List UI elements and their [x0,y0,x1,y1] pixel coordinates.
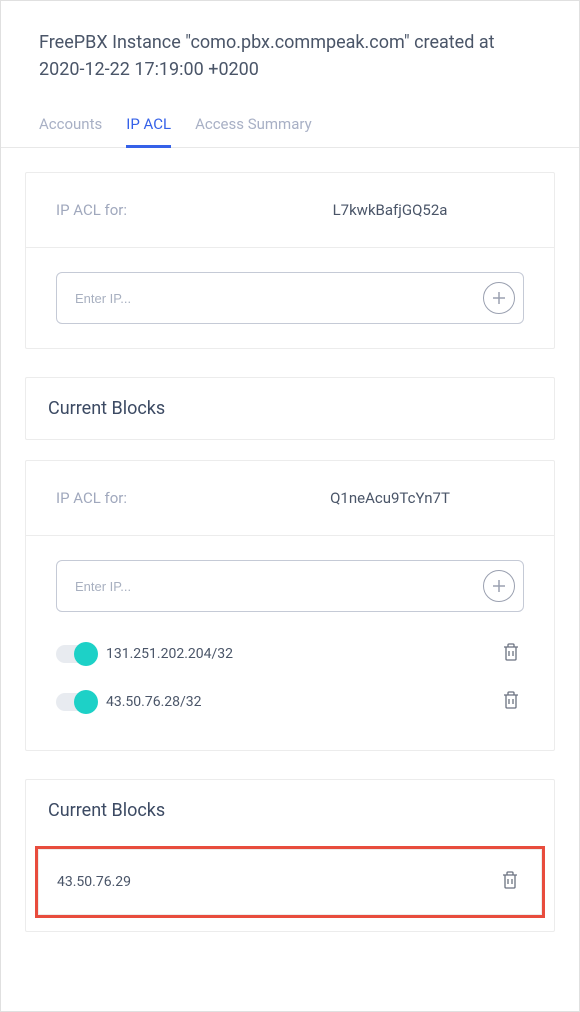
toggle-knob [74,642,98,666]
page-title: FreePBX Instance "como.pbx.commpeak.com"… [39,29,541,83]
tabs-bar: Accounts IP ACL Access Summary [1,103,579,148]
acl-value: L7kwkBafjGQ52a [256,201,524,219]
ip-address-text: 43.50.76.28/32 [106,694,498,710]
add-ip-button[interactable] [483,282,515,314]
ip-input[interactable] [75,579,483,594]
tab-ip-acl[interactable]: IP ACL [126,103,171,147]
ip-toggle[interactable] [56,645,94,663]
ip-toggle[interactable] [56,693,94,711]
delete-ip-button[interactable] [498,686,524,718]
blocked-ip-item: 43.50.76.29 [38,849,542,915]
toggle-knob [74,690,98,714]
acl-card-2: IP ACL for: Q1neAcu9TcYn7T 131.251 [25,460,555,751]
ip-item: 43.50.76.28/32 [56,678,524,726]
add-ip-button[interactable] [483,570,515,602]
ip-item: 131.251.202.204/32 [56,630,524,678]
acl-card-1: IP ACL for: L7kwkBafjGQ52a [25,172,555,349]
tab-access-summary[interactable]: Access Summary [195,103,312,147]
acl-label: IP ACL for: [56,489,256,507]
blocked-ip-text: 43.50.76.29 [57,874,497,890]
trash-icon [501,870,519,890]
current-blocks-title: Current Blocks [26,378,554,439]
plus-icon [491,290,507,306]
current-blocks-title: Current Blocks [26,780,554,841]
tab-accounts[interactable]: Accounts [39,103,102,147]
plus-icon [491,578,507,594]
current-blocks-section-2: Current Blocks 43.50.76.29 [25,779,555,932]
ip-address-text: 131.251.202.204/32 [106,646,498,662]
ip-input-row [56,560,524,612]
ip-input[interactable] [75,291,483,306]
delete-blocked-ip-button[interactable] [497,866,523,898]
acl-value: Q1neAcu9TcYn7T [256,489,524,507]
trash-icon [502,642,520,662]
ip-input-row [56,272,524,324]
acl-label: IP ACL for: [56,201,256,219]
delete-ip-button[interactable] [498,638,524,670]
current-blocks-section-1: Current Blocks [25,377,555,440]
trash-icon [502,690,520,710]
